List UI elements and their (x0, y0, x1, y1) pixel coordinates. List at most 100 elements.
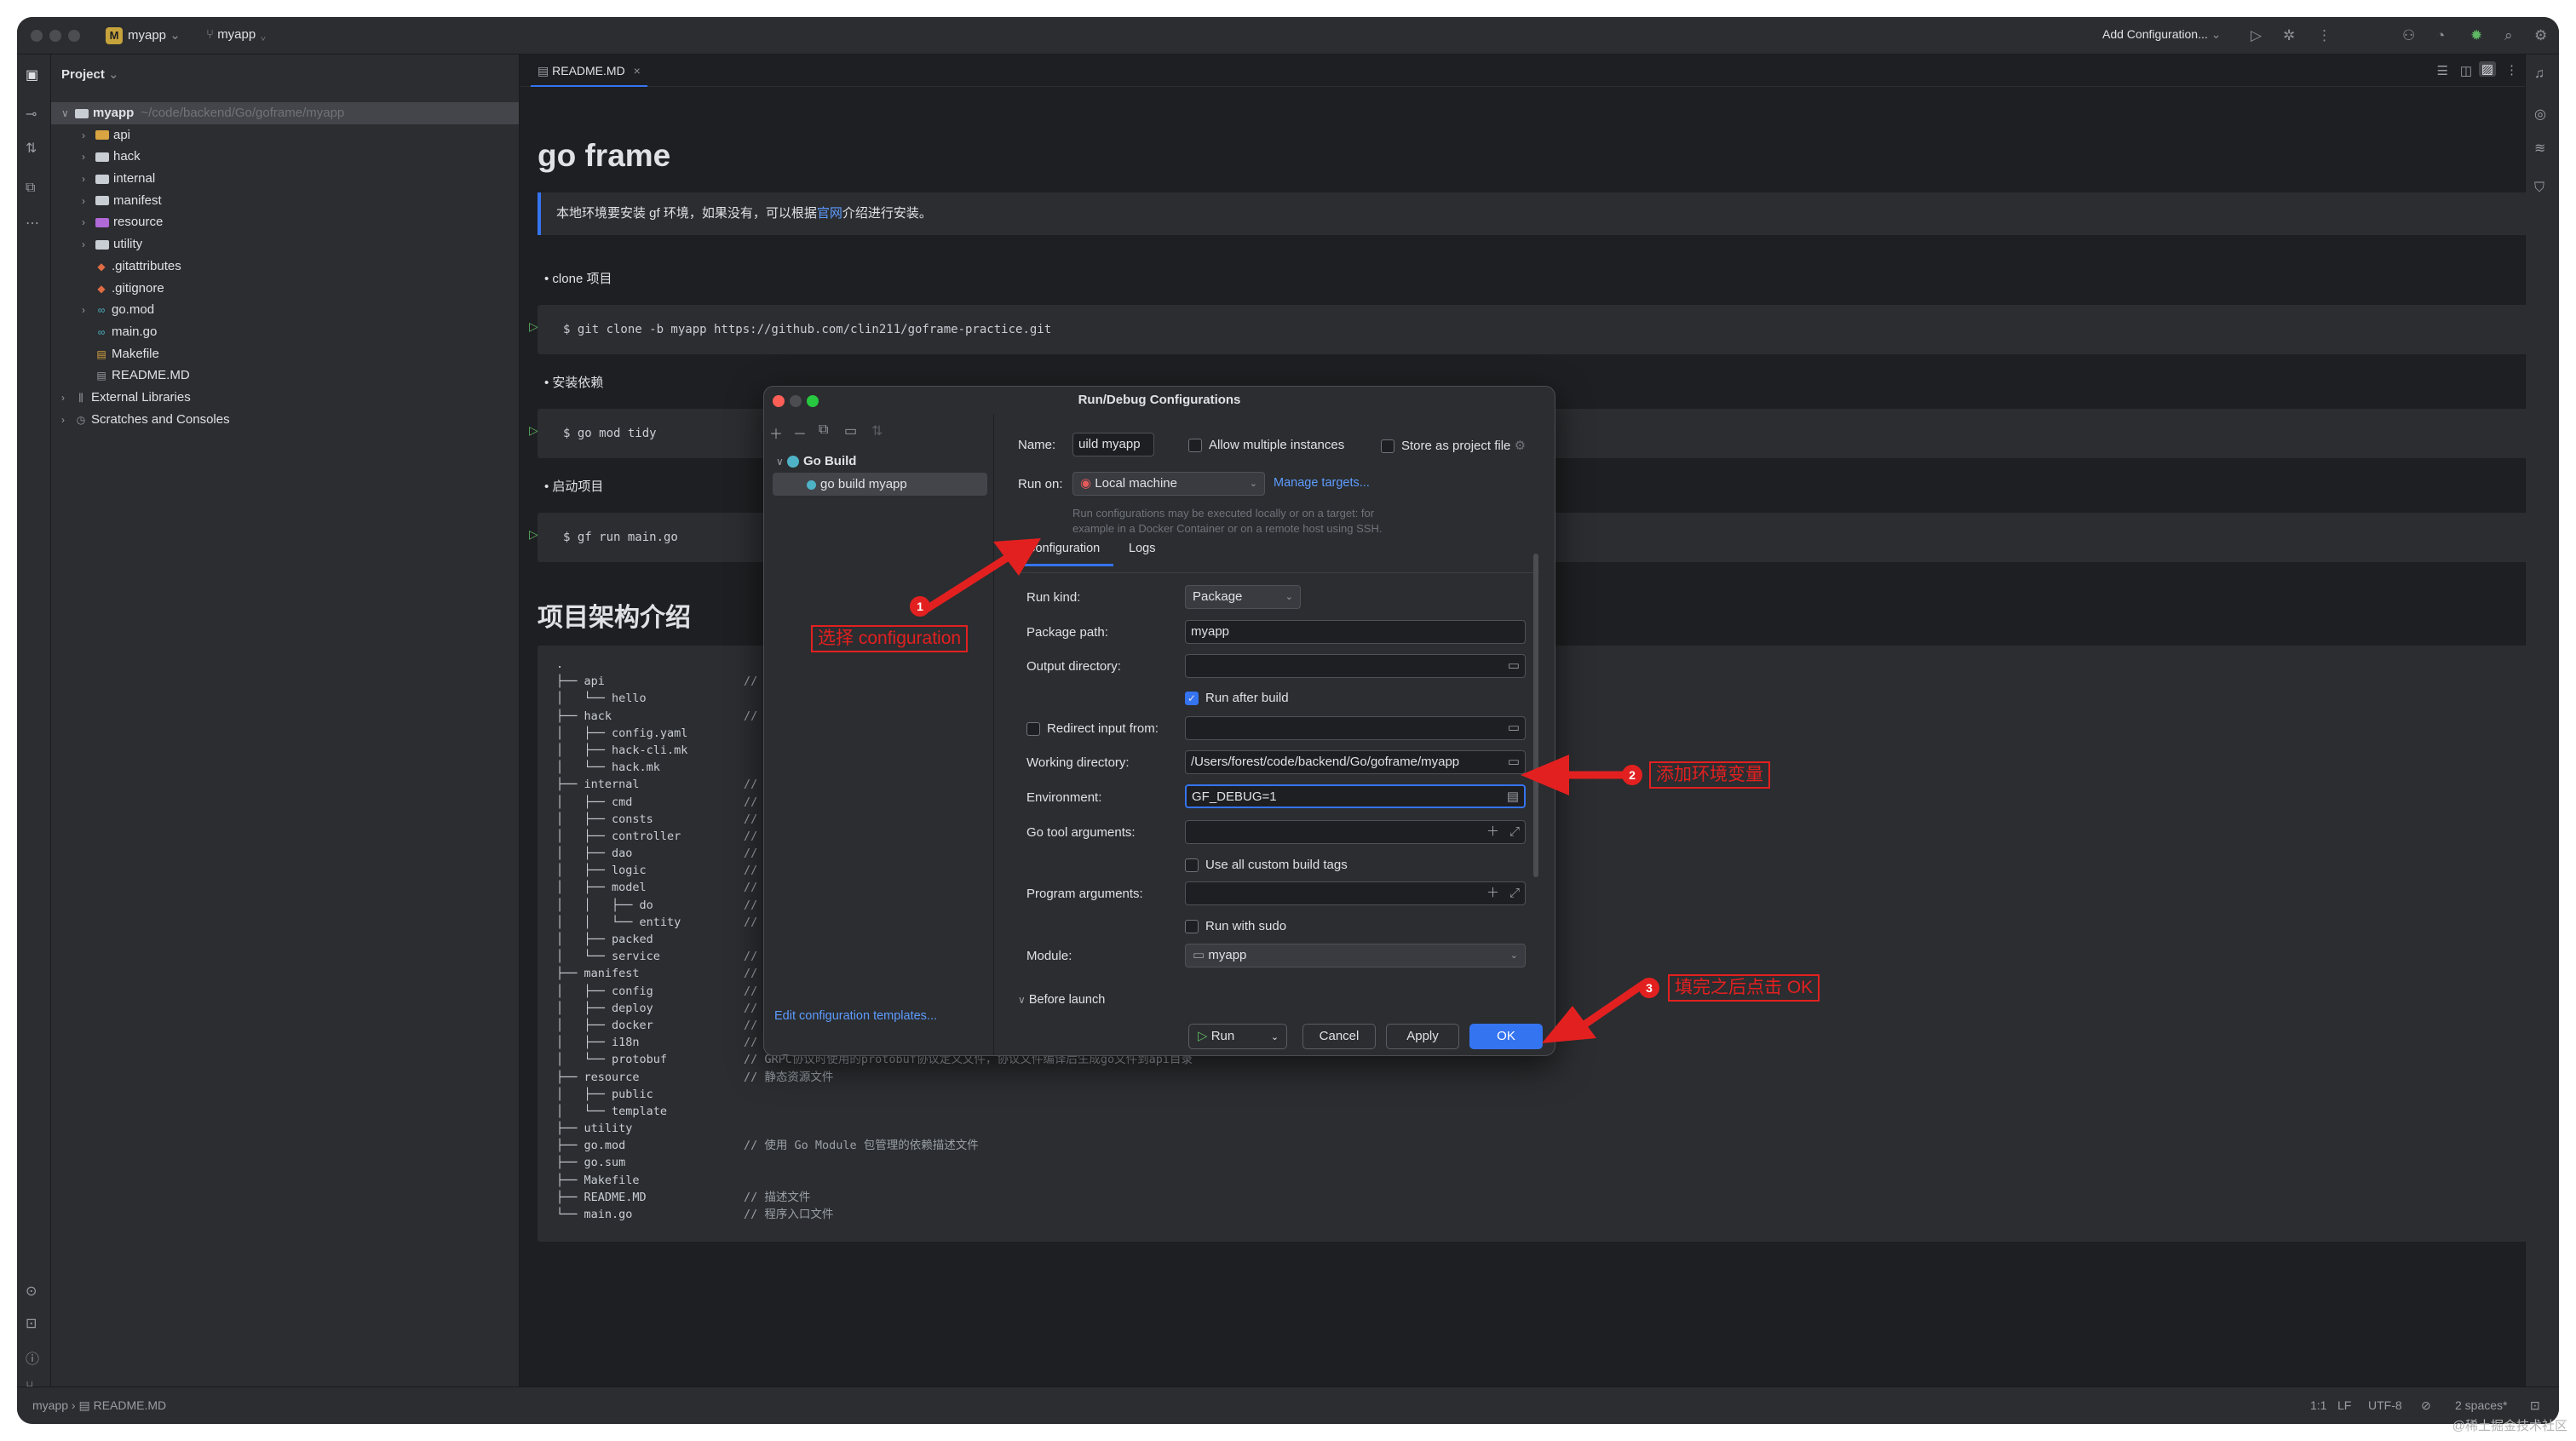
debug-icon[interactable]: ✲ (2283, 27, 2295, 44)
line-separator[interactable]: LF (2337, 1398, 2351, 1412)
services-icon[interactable]: ⊙ (26, 1283, 37, 1300)
lock-icon[interactable]: ⊡ (2530, 1398, 2540, 1413)
apply-button[interactable]: Apply (1386, 1024, 1459, 1049)
redirect-input-field[interactable]: ▭ (1185, 716, 1526, 740)
chevron-icon[interactable]: ∨ (61, 103, 75, 125)
project-tree-item[interactable]: › resource (51, 211, 519, 233)
chevron-icon[interactable]: › (82, 300, 95, 322)
run-icon[interactable]: ▷ (2251, 27, 2262, 44)
project-tool-icon[interactable]: ▣ (26, 66, 38, 83)
project-switcher[interactable]: Mmyapp ⌄ (106, 27, 181, 45)
cancel-button[interactable]: Cancel (1302, 1024, 1376, 1049)
project-tree-item[interactable]: ▤ README.MD (51, 365, 519, 387)
search-icon[interactable]: ⌕ (2504, 27, 2513, 44)
program-arguments-input[interactable]: ＋ ⤢ (1185, 881, 1526, 905)
environment-input[interactable]: GF_DEBUG=1 ▤ (1185, 784, 1526, 808)
pull-requests-icon[interactable]: ⇅ (26, 140, 37, 157)
chevron-icon[interactable]: › (61, 410, 75, 432)
run-kind-dropdown[interactable]: Package ⌄ (1185, 585, 1301, 609)
module-dropdown[interactable]: ▭ myapp ⌄ (1185, 944, 1526, 967)
zoom-window-button[interactable] (68, 30, 80, 42)
project-tree-item[interactable]: ◆ .gitattributes (51, 255, 519, 278)
expand-icon[interactable]: ⤢ (1509, 882, 1520, 904)
chevron-icon[interactable]: › (82, 125, 95, 147)
structure-icon[interactable]: ⧉ (26, 181, 35, 196)
minimize-window-button[interactable] (49, 30, 61, 42)
commit-tool-icon[interactable]: ⊸ (26, 106, 37, 123)
project-tree-item[interactable]: › utility (51, 233, 519, 255)
readonly-icon[interactable]: ⊘ (2421, 1398, 2431, 1413)
editor-only-icon[interactable]: ☰ (2437, 63, 2448, 78)
form-scrollbar[interactable] (1533, 554, 1538, 877)
project-tree-item[interactable]: › ⫼ External Libraries (51, 387, 519, 409)
add-macro-icon[interactable]: ＋ (1486, 882, 1499, 904)
chevron-icon[interactable]: › (61, 388, 75, 410)
project-tree-item[interactable]: › manifest (51, 190, 519, 212)
run-with-sudo-checkbox[interactable]: Run with sudo (1185, 919, 1286, 934)
run-on-dropdown[interactable]: ◉ Local machine ⌄ (1072, 472, 1265, 496)
add-icon[interactable]: ＋ (769, 422, 783, 443)
project-tree-item[interactable]: ▤ Makefile (51, 343, 519, 365)
name-input[interactable]: uild myapp (1072, 433, 1154, 456)
help-button[interactable]: ? (776, 1054, 795, 1055)
branch-switcher[interactable]: ⑂ myapp ⌄ (206, 27, 267, 42)
redirect-input-checkbox[interactable]: Redirect input from: (1026, 721, 1159, 737)
tab-readme[interactable]: ▤ README.MD × (531, 55, 647, 87)
use-custom-tags-checkbox[interactable]: Use all custom build tags (1185, 858, 1348, 873)
chevron-icon[interactable]: › (82, 146, 95, 169)
chevron-icon[interactable]: › (82, 234, 95, 256)
expand-icon[interactable]: ⤢ (1509, 821, 1520, 843)
browse-folder-icon[interactable]: ▭ (1508, 655, 1520, 677)
preview-only-icon[interactable]: ▨ (2478, 61, 2496, 77)
problems-icon[interactable]: ⓘ (26, 1347, 39, 1368)
go-tool-arguments-input[interactable]: ＋ ⤢ (1185, 820, 1526, 844)
package-path-input[interactable]: myapp (1185, 620, 1526, 644)
output-directory-input[interactable]: ▭ (1185, 654, 1526, 678)
add-configuration-button[interactable]: Add Configuration... ⌄ (2102, 27, 2221, 42)
manage-targets-link[interactable]: Manage targets... (1274, 476, 1370, 490)
project-tree-item[interactable]: › internal (51, 168, 519, 190)
terminal-icon[interactable]: ⊡ (26, 1315, 37, 1332)
breadcrumb[interactable]: myapp › ▤ README.MD (32, 1398, 166, 1413)
official-site-link[interactable]: 官网 (817, 206, 842, 221)
project-tree-item[interactable]: ∞ main.go (51, 321, 519, 343)
run-options-button[interactable]: ⌄ (1263, 1024, 1287, 1049)
folder-icon[interactable]: ▭ (844, 422, 857, 439)
tree-item-go-build-myapp[interactable]: go build myapp (773, 473, 987, 496)
sort-icon[interactable]: ⇅ (871, 422, 883, 439)
plugin-icon[interactable]: ✹ (2470, 27, 2482, 44)
ai-assistant-icon[interactable]: ◎ (2534, 106, 2546, 123)
ok-button[interactable]: OK (1469, 1024, 1543, 1049)
notifications-icon[interactable]: ♫ (2534, 66, 2544, 82)
edit-templates-link[interactable]: Edit configuration templates... (774, 1009, 937, 1023)
profile-icon[interactable]: ⚇ (2402, 27, 2415, 44)
gear-icon[interactable]: ⚙ (1515, 439, 1526, 453)
chevron-icon[interactable]: › (82, 191, 95, 213)
project-tree-item[interactable]: ◆ .gitignore (51, 278, 519, 300)
copy-icon[interactable]: ⧉ (819, 422, 828, 438)
split-view-icon[interactable]: ◫ (2460, 63, 2472, 78)
add-macro-icon[interactable]: ＋ (1486, 821, 1499, 843)
caret-position[interactable]: 1:1 (2310, 1398, 2326, 1412)
close-window-button[interactable] (31, 30, 43, 42)
remove-icon[interactable]: － (793, 422, 807, 443)
allow-multiple-checkbox[interactable]: Allow multiple instances (1188, 438, 1344, 453)
vcs-icon[interactable]: ◔ (2436, 27, 2445, 44)
project-tree-item[interactable]: › ∞ go.mod (51, 299, 519, 321)
project-tree-item[interactable]: ∨ myapp ~/code/backend/Go/goframe/myapp (51, 102, 519, 124)
tree-group-go-build[interactable]: ∨ Go Build (773, 450, 987, 473)
run-button[interactable]: ▷ Run (1188, 1024, 1268, 1049)
settings-icon[interactable]: ⚙ (2534, 27, 2547, 44)
before-launch-toggle[interactable]: ∨ Before launch (1018, 993, 1105, 1007)
project-panel-title[interactable]: Project ⌄ (61, 66, 119, 82)
browse-folder-icon[interactable]: ▭ (1508, 717, 1520, 739)
close-tab-icon[interactable]: × (634, 64, 641, 78)
project-tree-item[interactable]: › api (51, 124, 519, 146)
working-directory-input[interactable]: /Users/forest/code/backend/Go/goframe/my… (1185, 750, 1526, 774)
chevron-icon[interactable]: › (82, 169, 95, 191)
project-tree-item[interactable]: › hack (51, 146, 519, 168)
file-encoding[interactable]: UTF-8 (2368, 1398, 2402, 1412)
chevron-icon[interactable]: › (82, 212, 95, 234)
editor-more-icon[interactable]: ⋮ (2505, 62, 2518, 78)
more-tools-icon[interactable]: ⋯ (26, 215, 39, 232)
